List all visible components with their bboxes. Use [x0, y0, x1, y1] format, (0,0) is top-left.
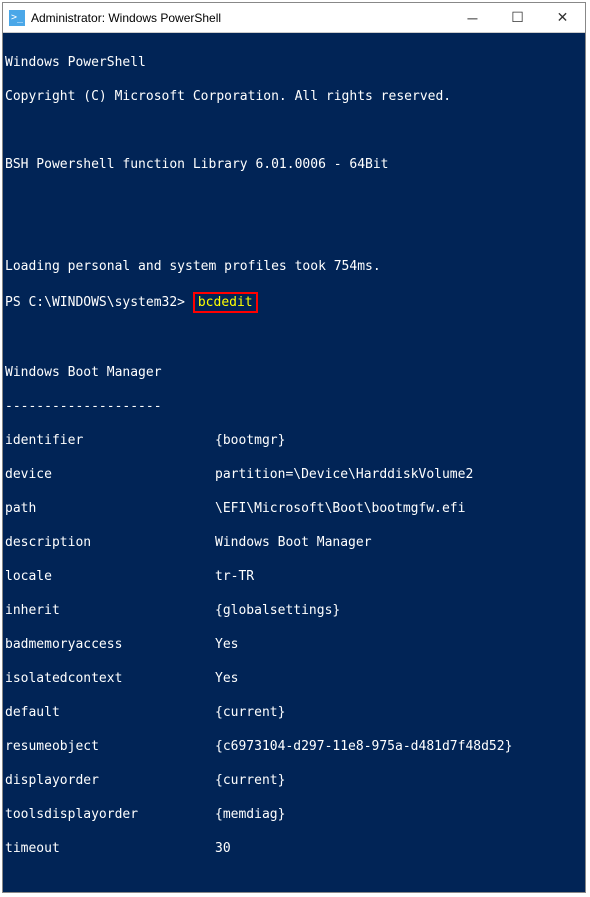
kv-val: \EFI\Microsoft\Boot\bootmgfw.efi	[215, 500, 583, 517]
copyright-line: Copyright (C) Microsoft Corporation. All…	[5, 88, 583, 105]
kv-key: locale	[5, 568, 215, 585]
kv-val: Windows Boot Manager	[215, 534, 583, 551]
kv-key: badmemoryaccess	[5, 636, 215, 653]
minimize-button[interactable]: ─	[450, 3, 495, 33]
kv-row: descriptionWindows Boot Manager	[5, 534, 583, 551]
close-button[interactable]: ✕	[540, 3, 585, 33]
kv-key: path	[5, 500, 215, 517]
powershell-icon	[9, 10, 25, 26]
kv-row: toolsdisplayorder{memdiag}	[5, 806, 583, 823]
highlight-bcdedit: bcdedit	[193, 292, 258, 313]
titlebar[interactable]: Administrator: Windows PowerShell ─ ☐ ✕	[3, 3, 585, 33]
library-line: BSH Powershell function Library 6.01.000…	[5, 156, 583, 173]
kv-key: displayorder	[5, 772, 215, 789]
kv-row: displayorder{current}	[5, 772, 583, 789]
kv-key: description	[5, 534, 215, 551]
blank-line	[5, 874, 583, 891]
kv-key: isolatedcontext	[5, 670, 215, 687]
kv-row: resumeobject{c6973104-d297-11e8-975a-d48…	[5, 738, 583, 755]
kv-val: tr-TR	[215, 568, 583, 585]
kv-key: resumeobject	[5, 738, 215, 755]
kv-val: 30	[215, 840, 583, 857]
kv-row: inherit{globalsettings}	[5, 602, 583, 619]
blank-line	[5, 190, 583, 207]
maximize-button[interactable]: ☐	[495, 3, 540, 33]
kv-row: timeout30	[5, 840, 583, 857]
kv-val: Yes	[215, 670, 583, 687]
kv-key: default	[5, 704, 215, 721]
section-sep: --------------------	[5, 398, 583, 415]
kv-val: partition=\Device\HarddiskVolume2	[215, 466, 583, 483]
powershell-window: Administrator: Windows PowerShell ─ ☐ ✕ …	[2, 2, 586, 893]
kv-val: {current}	[215, 772, 583, 789]
kv-row: isolatedcontextYes	[5, 670, 583, 687]
prompt-line-1: PS C:\WINDOWS\system32> bcdedit	[5, 292, 583, 313]
kv-row: badmemoryaccessYes	[5, 636, 583, 653]
blank-line	[5, 122, 583, 139]
kv-row: path\EFI\Microsoft\Boot\bootmgfw.efi	[5, 500, 583, 517]
kv-row: default{current}	[5, 704, 583, 721]
kv-val: {current}	[215, 704, 583, 721]
kv-val: {bootmgr}	[215, 432, 583, 449]
kv-key: identifier	[5, 432, 215, 449]
kv-row: localetr-TR	[5, 568, 583, 585]
kv-row: identifier{bootmgr}	[5, 432, 583, 449]
banner-line: Windows PowerShell	[5, 54, 583, 71]
blank-line	[5, 330, 583, 347]
kv-val: {globalsettings}	[215, 602, 583, 619]
kv-key: timeout	[5, 840, 215, 857]
blank-line	[5, 224, 583, 241]
terminal-output[interactable]: Windows PowerShell Copyright (C) Microso…	[3, 33, 585, 892]
kv-key: toolsdisplayorder	[5, 806, 215, 823]
kv-key: inherit	[5, 602, 215, 619]
profile-load-line: Loading personal and system profiles too…	[5, 258, 583, 275]
kv-val: {memdiag}	[215, 806, 583, 823]
kv-key: device	[5, 466, 215, 483]
kv-row: devicepartition=\Device\HarddiskVolume2	[5, 466, 583, 483]
prompt-prefix: PS C:\WINDOWS\system32>	[5, 295, 193, 310]
kv-val: {c6973104-d297-11e8-975a-d481d7f48d52}	[215, 738, 583, 755]
command-text: bcdedit	[198, 295, 253, 310]
kv-val: Yes	[215, 636, 583, 653]
section-title: Windows Boot Manager	[5, 364, 583, 381]
window-title: Administrator: Windows PowerShell	[31, 11, 450, 25]
